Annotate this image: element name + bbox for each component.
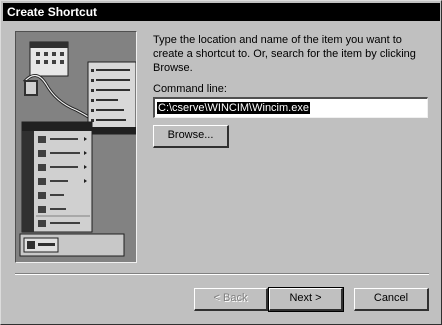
title-bar: Create Shortcut bbox=[3, 3, 440, 21]
command-line-label: Command line: bbox=[153, 83, 227, 95]
wizard-illustration bbox=[15, 31, 137, 263]
next-button[interactable]: Next > bbox=[268, 287, 344, 312]
command-line-value: C:\cserve\WINCIM\Wincim.exe bbox=[157, 102, 310, 114]
back-button[interactable]: < Back bbox=[194, 288, 268, 311]
create-shortcut-dialog: Create Shortcut Type the location and na… bbox=[0, 0, 442, 325]
command-line-input[interactable]: C:\cserve\WINCIM\Wincim.exe bbox=[153, 97, 428, 118]
browse-button[interactable]: Browse... bbox=[153, 125, 229, 148]
instructions-text: Type the location and name of the item y… bbox=[153, 34, 416, 74]
command-line-label-text: Command line: bbox=[153, 83, 227, 95]
button-separator bbox=[15, 273, 429, 275]
cancel-button[interactable]: Cancel bbox=[354, 288, 429, 311]
